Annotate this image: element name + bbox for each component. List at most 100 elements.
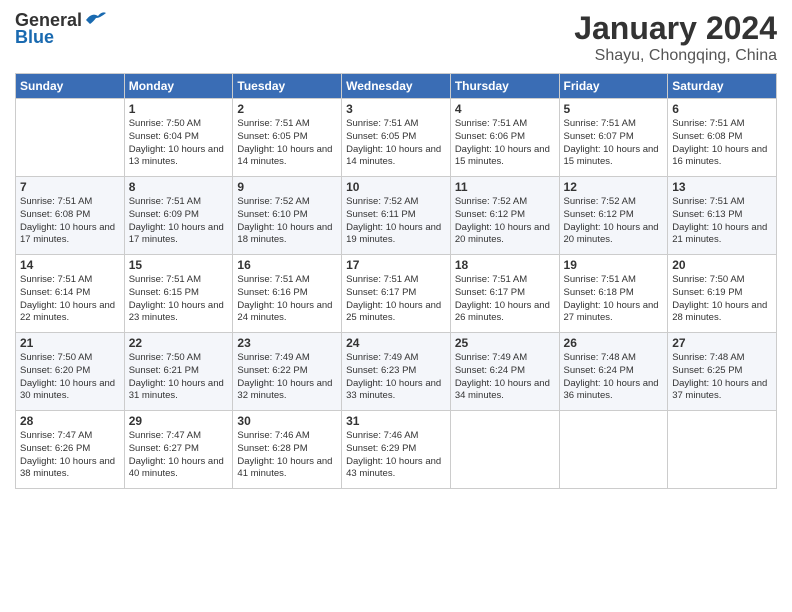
- calendar-cell: 7 Sunrise: 7:51 AM Sunset: 6:08 PM Daylight…: [16, 177, 125, 255]
- day-number: 28: [20, 414, 120, 428]
- daylight: Daylight: 10 hours and 22 minutes.: [20, 300, 115, 324]
- cell-info: Sunrise: 7:50 AMSunset: 6:20 PMDaylight:…: [20, 352, 120, 403]
- calendar-cell: 29Sunrise: 7:47 AMSunset: 6:27 PMDayligh…: [124, 411, 233, 489]
- day-number: 1: [129, 102, 229, 116]
- day-number: 26: [564, 336, 664, 350]
- daylight: Daylight: 10 hours and 21 minutes.: [672, 222, 767, 246]
- logo: General Blue: [15, 10, 106, 48]
- cell-info: Sunrise: 7:46 AMSunset: 6:29 PMDaylight:…: [346, 430, 446, 481]
- sunrise: Sunrise: 7:51 AM: [20, 274, 92, 285]
- calendar-cell: 3 Sunrise: 7:51 AM Sunset: 6:05 PM Daylight…: [342, 99, 451, 177]
- daylight: Daylight: 10 hours and 17 minutes.: [20, 222, 115, 246]
- daylight: Daylight: 10 hours and 32 minutes.: [237, 378, 332, 402]
- cell-info: Sunrise: 7:51 AMSunset: 6:06 PMDaylight:…: [455, 118, 555, 169]
- cell-info: Sunrise: 7:50 AMSunset: 6:04 PMDaylight:…: [129, 118, 229, 169]
- header-row: Sunday Monday Tuesday Wednesday Thursday…: [16, 74, 777, 99]
- sunrise: Sunrise: 7:48 AM: [564, 352, 636, 363]
- week-row-3: 21Sunrise: 7:50 AMSunset: 6:20 PMDayligh…: [16, 333, 777, 411]
- sunset: Sunset: 6:23 PM: [346, 365, 416, 376]
- col-tuesday: Tuesday: [233, 74, 342, 99]
- sunrise: Sunrise: 7:52 AM: [237, 196, 309, 207]
- col-friday: Friday: [559, 74, 668, 99]
- sunset: Sunset: 6:05 PM: [237, 131, 307, 142]
- sunset: Sunset: 6:19 PM: [672, 287, 742, 298]
- day-number: 29: [129, 414, 229, 428]
- daylight: Daylight: 10 hours and 25 minutes.: [346, 300, 441, 324]
- sunrise: Sunrise: 7:51 AM: [346, 118, 418, 129]
- day-number: 20: [672, 258, 772, 272]
- day-number: 12: [564, 180, 664, 194]
- sunset: Sunset: 6:04 PM: [129, 131, 199, 142]
- sunset: Sunset: 6:05 PM: [346, 131, 416, 142]
- cell-info: Sunrise: 7:51 AM Sunset: 6:08 PM Daylight:…: [672, 118, 772, 169]
- sunset: Sunset: 6:12 PM: [455, 209, 525, 220]
- cell-info: Sunrise: 7:50 AMSunset: 6:21 PMDaylight:…: [129, 352, 229, 403]
- calendar-cell: 21Sunrise: 7:50 AMSunset: 6:20 PMDayligh…: [16, 333, 125, 411]
- daylight: Daylight: 10 hours and 36 minutes.: [564, 378, 659, 402]
- sunrise: Sunrise: 7:50 AM: [129, 352, 201, 363]
- daylight: Daylight: 10 hours and 41 minutes.: [237, 456, 332, 480]
- sunset: Sunset: 6:08 PM: [20, 209, 90, 220]
- daylight: Daylight: 10 hours and 15 minutes.: [455, 144, 550, 168]
- sunrise: Sunrise: 7:51 AM: [672, 118, 744, 129]
- sunset: Sunset: 6:20 PM: [20, 365, 90, 376]
- week-row-4: 28Sunrise: 7:47 AMSunset: 6:26 PMDayligh…: [16, 411, 777, 489]
- calendar-cell: 9Sunrise: 7:52 AMSunset: 6:10 PMDaylight…: [233, 177, 342, 255]
- sunrise: Sunrise: 7:49 AM: [346, 352, 418, 363]
- cell-info: Sunrise: 7:52 AMSunset: 6:10 PMDaylight:…: [237, 196, 337, 247]
- calendar-cell: 16Sunrise: 7:51 AMSunset: 6:16 PMDayligh…: [233, 255, 342, 333]
- day-number: 10: [346, 180, 446, 194]
- daylight: Daylight: 10 hours and 16 minutes.: [672, 144, 767, 168]
- sunrise: Sunrise: 7:50 AM: [129, 118, 201, 129]
- col-monday: Monday: [124, 74, 233, 99]
- header: General Blue January 2024 Shayu, Chongqi…: [15, 10, 777, 65]
- sunrise: Sunrise: 7:50 AM: [672, 274, 744, 285]
- week-row-0: 1 Sunrise: 7:50 AM Sunset: 6:04 PM Daylight…: [16, 99, 777, 177]
- calendar-cell: 6 Sunrise: 7:51 AM Sunset: 6:08 PM Daylight…: [668, 99, 777, 177]
- sunrise: Sunrise: 7:51 AM: [564, 118, 636, 129]
- sunset: Sunset: 6:08 PM: [672, 131, 742, 142]
- day-number: 24: [346, 336, 446, 350]
- cell-info: Sunrise: 7:51 AMSunset: 6:05 PMDaylight:…: [237, 118, 337, 169]
- cell-info: Sunrise: 7:48 AMSunset: 6:25 PMDaylight:…: [672, 352, 772, 403]
- sunset: Sunset: 6:07 PM: [564, 131, 634, 142]
- page-container: General Blue January 2024 Shayu, Chongqi…: [0, 0, 792, 499]
- sunrise: Sunrise: 7:51 AM: [20, 196, 92, 207]
- calendar-cell: 28Sunrise: 7:47 AMSunset: 6:26 PMDayligh…: [16, 411, 125, 489]
- col-thursday: Thursday: [450, 74, 559, 99]
- sunset: Sunset: 6:16 PM: [237, 287, 307, 298]
- cell-info: Sunrise: 7:51 AMSunset: 6:17 PMDaylight:…: [346, 274, 446, 325]
- cell-info: Sunrise: 7:52 AMSunset: 6:12 PMDaylight:…: [564, 196, 664, 247]
- cell-info: Sunrise: 7:51 AMSunset: 6:18 PMDaylight:…: [564, 274, 664, 325]
- day-number: 17: [346, 258, 446, 272]
- cell-info: Sunrise: 7:51 AM Sunset: 6:05 PM Daylight:…: [346, 118, 446, 169]
- calendar-cell: 12 Sunrise: 7:52 AMSunset: 6:12 PMDayligh…: [559, 177, 668, 255]
- daylight: Daylight: 10 hours and 24 minutes.: [237, 300, 332, 324]
- calendar-cell: 22Sunrise: 7:50 AMSunset: 6:21 PMDayligh…: [124, 333, 233, 411]
- day-number: 3: [346, 102, 446, 116]
- sunrise: Sunrise: 7:49 AM: [237, 352, 309, 363]
- calendar-table: Sunday Monday Tuesday Wednesday Thursday…: [15, 73, 777, 489]
- cell-info: Sunrise: 7:52 AM Sunset: 6:11 PM Daylight:…: [346, 196, 446, 247]
- col-sunday: Sunday: [16, 74, 125, 99]
- daylight: Daylight: 10 hours and 14 minutes.: [346, 144, 441, 168]
- daylight: Daylight: 10 hours and 17 minutes.: [129, 222, 224, 246]
- calendar-cell: 18Sunrise: 7:51 AMSunset: 6:17 PMDayligh…: [450, 255, 559, 333]
- sunrise: Sunrise: 7:49 AM: [455, 352, 527, 363]
- daylight: Daylight: 10 hours and 34 minutes.: [455, 378, 550, 402]
- sunset: Sunset: 6:17 PM: [455, 287, 525, 298]
- sunrise: Sunrise: 7:51 AM: [237, 274, 309, 285]
- sunset: Sunset: 6:11 PM: [346, 209, 416, 220]
- daylight: Daylight: 10 hours and 28 minutes.: [672, 300, 767, 324]
- daylight: Daylight: 10 hours and 20 minutes.: [455, 222, 550, 246]
- sunset: Sunset: 6:25 PM: [672, 365, 742, 376]
- sunset: Sunset: 6:29 PM: [346, 443, 416, 454]
- daylight: Daylight: 10 hours and 30 minutes.: [20, 378, 115, 402]
- day-number: 7: [20, 180, 120, 194]
- calendar-cell: 27Sunrise: 7:48 AMSunset: 6:25 PMDayligh…: [668, 333, 777, 411]
- sunrise: Sunrise: 7:52 AM: [346, 196, 418, 207]
- col-saturday: Saturday: [668, 74, 777, 99]
- location-title: Shayu, Chongqing, China: [574, 47, 777, 65]
- daylight: Daylight: 10 hours and 19 minutes.: [346, 222, 441, 246]
- day-number: 6: [672, 102, 772, 116]
